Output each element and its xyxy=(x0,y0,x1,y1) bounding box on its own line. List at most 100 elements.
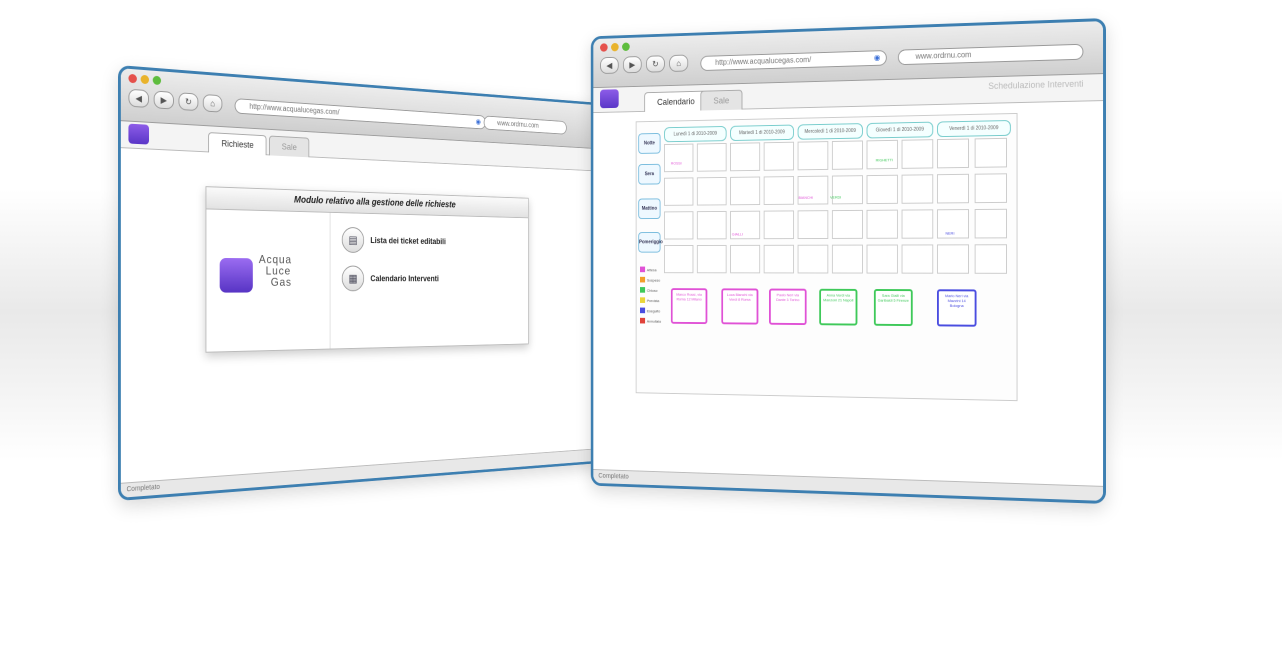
legend-item: Eseguito xyxy=(639,307,661,314)
menu-item-calendar[interactable]: ▦ Calendario Interventi xyxy=(341,265,439,292)
calendar-slot[interactable] xyxy=(974,173,1008,204)
home-icon[interactable]: ⌂ xyxy=(202,93,223,113)
status-bar: Completato xyxy=(120,445,645,498)
address-text: http://www.acqualucegas.com/ xyxy=(715,55,812,67)
legend-swatch-icon xyxy=(639,266,646,273)
event-label[interactable]: GIALLI xyxy=(732,232,743,237)
address-bar[interactable]: http://www.acqualucegas.com/ ◉ xyxy=(234,98,486,130)
calendar-slot[interactable] xyxy=(663,143,694,173)
minimize-button[interactable] xyxy=(140,74,150,85)
calendar-slot[interactable] xyxy=(730,142,761,172)
calendar-slot[interactable] xyxy=(763,210,795,240)
nav-buttons: ◀ ▶ ↻ ⌂ xyxy=(128,88,223,113)
schedule-calendar: Lunedì 1 di 2010-2009 Martedì 1 di 2010-… xyxy=(635,112,1018,402)
legend-swatch-icon xyxy=(639,297,646,303)
tab-sale[interactable]: Sale xyxy=(700,89,743,111)
forward-icon[interactable]: ▶ xyxy=(153,90,174,110)
status-bar: Completato xyxy=(593,469,1104,501)
zoom-button[interactable] xyxy=(622,42,630,52)
calendar-slot[interactable] xyxy=(901,174,934,204)
calendar-slot[interactable] xyxy=(901,139,934,169)
row-label-sera: Sera xyxy=(638,163,661,185)
calendar-slot[interactable] xyxy=(663,211,694,240)
zoom-button[interactable] xyxy=(152,75,162,86)
calendar-slot[interactable] xyxy=(797,244,829,274)
event-label[interactable]: ROSSI xyxy=(671,161,682,166)
day-header: Giovedì 1 di 2010-2009 xyxy=(866,121,934,139)
calendar-slot[interactable] xyxy=(936,138,969,169)
calendar-slot[interactable] xyxy=(696,176,727,206)
calendar-slot[interactable] xyxy=(831,140,863,170)
row-label-mattino: Mattino xyxy=(638,198,661,220)
legend-label: Annullato xyxy=(646,318,662,324)
calendar-icon: ▦ xyxy=(341,265,365,292)
calendar-slot[interactable] xyxy=(763,244,795,274)
event-label[interactable]: RIGHETTI xyxy=(876,157,893,162)
calendar-slot[interactable] xyxy=(866,209,898,239)
page-title: Schedulazione Interventi xyxy=(988,78,1084,91)
calendar-slot[interactable] xyxy=(663,177,694,206)
search-field[interactable]: www.ordrnu.com xyxy=(483,115,567,135)
rss-icon[interactable]: ◉ xyxy=(874,51,880,65)
brand-area: Acqua Luce Gas xyxy=(206,209,331,352)
brand-line-gas: Gas xyxy=(270,275,292,289)
calendar-slot[interactable] xyxy=(901,244,934,274)
calendar-slot[interactable] xyxy=(866,244,898,274)
calendar-slot[interactable] xyxy=(797,175,829,205)
calendar-slot[interactable] xyxy=(831,209,863,239)
reload-icon[interactable]: ↻ xyxy=(645,55,665,73)
legend-swatch-icon xyxy=(639,317,646,324)
app-logo-icon xyxy=(128,123,150,145)
calendar-slot[interactable] xyxy=(866,174,898,205)
intervention-card[interactable]: Mario Neri via Mazzini 14 Bologna xyxy=(936,289,977,327)
calendar-slot[interactable] xyxy=(866,139,898,170)
nav-buttons: ◀ ▶ ↻ ⌂ xyxy=(600,54,689,75)
address-bar[interactable]: http://www.acqualucegas.com/ ◉ xyxy=(700,50,887,72)
back-icon[interactable]: ◀ xyxy=(128,88,150,108)
tab-calendario[interactable]: Calendario xyxy=(644,90,708,112)
forward-icon[interactable]: ▶ xyxy=(622,56,642,74)
calendar-slot[interactable] xyxy=(974,244,1008,274)
tab-richieste[interactable]: Richieste xyxy=(208,132,267,156)
calendar-slot[interactable] xyxy=(730,244,761,274)
rss-icon[interactable]: ◉ xyxy=(476,116,481,129)
calendar-slot[interactable] xyxy=(797,141,829,171)
calendar-slot[interactable] xyxy=(901,209,934,239)
search-field[interactable]: www.ordrnu.com xyxy=(897,43,1084,66)
calendar-slot[interactable] xyxy=(831,244,863,274)
event-label[interactable]: NERI xyxy=(945,231,954,236)
close-button[interactable] xyxy=(600,43,608,52)
legend-label: Attesa xyxy=(646,267,657,272)
intervention-card[interactable]: Luca Bianchi via Verdi 8 Roma xyxy=(721,288,759,325)
menu-item-ticket-list[interactable]: ▤ Lista dei ticket editabili xyxy=(341,226,446,254)
close-button[interactable] xyxy=(128,73,137,84)
list-icon: ▤ xyxy=(341,226,365,253)
legend-item: Annullato xyxy=(639,317,662,324)
calendar-slot[interactable] xyxy=(730,176,761,206)
legend-label: Eseguito xyxy=(646,308,661,313)
back-icon[interactable]: ◀ xyxy=(600,56,619,75)
minimize-button[interactable] xyxy=(611,42,619,52)
browser-window-calendario: ◀ ▶ ↻ ⌂ http://www.acqualucegas.com/ ◉ w… xyxy=(590,18,1106,504)
home-icon[interactable]: ⌂ xyxy=(669,54,689,72)
tab-sale[interactable]: Sale xyxy=(269,135,310,158)
intervention-card[interactable]: Sara Gialli via Garibaldi 5 Firenze xyxy=(873,289,913,327)
calendar-slot[interactable] xyxy=(663,245,694,274)
intervention-card[interactable]: Marco Rossi, via Roma 12 Milano xyxy=(670,288,708,325)
event-label[interactable]: VERDI xyxy=(830,195,841,200)
reload-icon[interactable]: ↻ xyxy=(178,92,199,112)
calendar-slot[interactable] xyxy=(974,137,1008,168)
calendar-slot[interactable] xyxy=(696,142,727,172)
calendar-slot[interactable] xyxy=(831,175,863,205)
event-label[interactable]: BIANCHI xyxy=(799,195,814,200)
intervention-card[interactable]: Paolo Neri via Dante 3 Torino xyxy=(769,288,807,326)
intervention-card[interactable]: Anna Verdi via Manzoni 21 Napoli xyxy=(819,288,858,326)
calendar-slot[interactable] xyxy=(936,244,969,274)
calendar-slot[interactable] xyxy=(696,244,727,274)
calendar-slot[interactable] xyxy=(936,173,969,204)
calendar-slot[interactable] xyxy=(974,208,1008,239)
calendar-slot[interactable] xyxy=(696,210,727,240)
calendar-slot[interactable] xyxy=(797,210,829,240)
calendar-slot[interactable] xyxy=(763,176,795,205)
calendar-slot[interactable] xyxy=(763,141,795,171)
